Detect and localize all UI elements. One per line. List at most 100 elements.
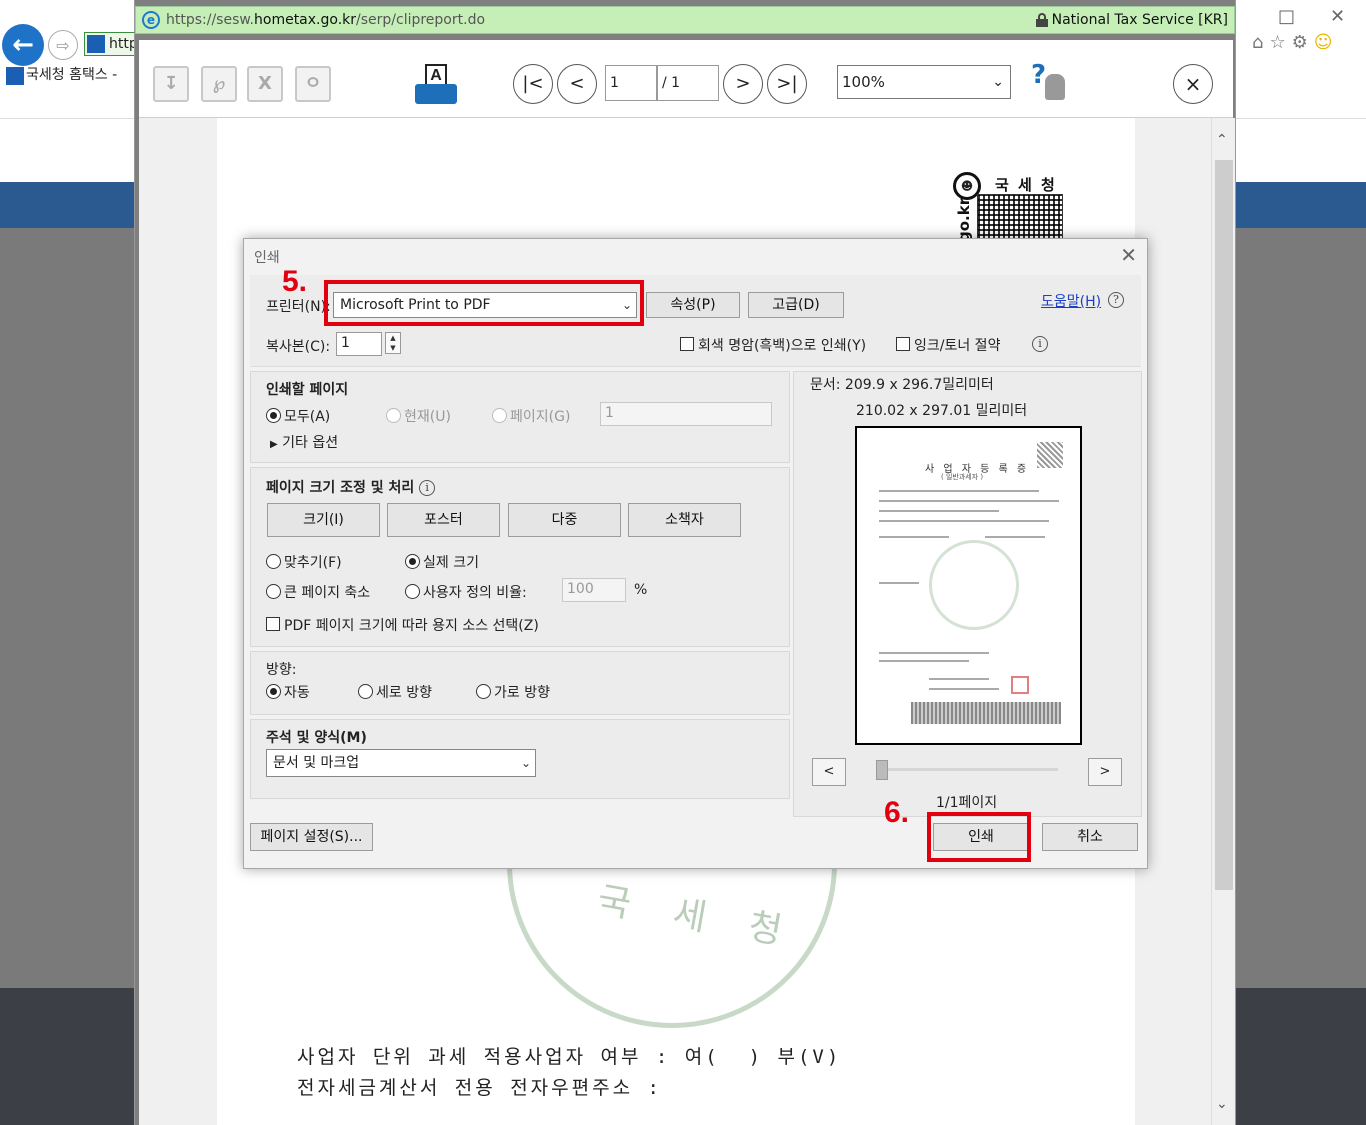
nts-logo-name: 국 세 청 (995, 176, 1057, 194)
custom-scale-input[interactable]: 100 (562, 578, 626, 602)
printer-label: 프린터(N): (266, 299, 331, 315)
save-icon[interactable]: ↧ (153, 66, 189, 102)
url-prefix: https://sesw. (166, 12, 254, 28)
properties-button[interactable]: 속성(P) (646, 292, 740, 318)
sizing-title-text: 페이지 크기 조정 및 처리 (266, 480, 415, 496)
booklet-tab[interactable]: 소책자 (628, 503, 741, 537)
window-close-icon[interactable]: ✕ (1330, 6, 1345, 27)
hometax-favicon-icon (87, 35, 105, 53)
hwp-export-icon[interactable]: ㅇ (295, 66, 331, 102)
scroll-down-icon[interactable]: ⌄ (1216, 1096, 1228, 1112)
orientation-landscape-radio[interactable] (476, 684, 491, 699)
chevron-down-icon: ⌄ (992, 74, 1004, 90)
browser-toolbar-icons: ⌂☆⚙☺ (1252, 32, 1338, 53)
actual-size-radio[interactable] (405, 554, 420, 569)
help-info-icon[interactable]: ? (1108, 292, 1124, 308)
grayscale-checkbox[interactable] (680, 337, 694, 351)
page-setup-button[interactable]: 페이지 설정(S)... (250, 823, 373, 851)
dialog-close-icon[interactable]: ✕ (1120, 243, 1137, 267)
maximize-icon[interactable]: □ (1278, 6, 1295, 27)
shrink-label: 큰 페이지 축소 (284, 585, 371, 601)
fit-radio[interactable] (266, 554, 281, 569)
star-icon[interactable]: ☆ (1269, 32, 1291, 53)
ink-saver-checkbox[interactable] (896, 337, 910, 351)
pdf-export-icon[interactable]: ℘ (201, 66, 237, 102)
pages-range-label: 페이지(G) (510, 409, 571, 425)
zoom-value: 100% (842, 73, 885, 91)
step5-number: 5. (282, 265, 308, 298)
more-options-label: 기타 옵션 (282, 435, 339, 451)
url-domain: hometax.go.kr (254, 12, 357, 28)
preview-barcode (911, 702, 1061, 724)
step6-number: 6. (884, 796, 910, 829)
scroll-up-icon[interactable]: ⌃ (1216, 132, 1228, 148)
total-pages: / 1 (657, 65, 719, 101)
custom-scale-label: 사용자 정의 비율: (423, 585, 527, 601)
page-indicator: 1/1페이지 (936, 795, 998, 811)
document-scrollbar[interactable]: ⌃ ⌄ (1211, 118, 1235, 1125)
dialog-title: 인쇄 (254, 250, 280, 266)
print-icon[interactable]: A (415, 64, 457, 106)
comments-value: 문서 및 마크업 (273, 755, 360, 771)
back-arrow-icon[interactable]: ← (2, 24, 44, 66)
poster-tab[interactable]: 포스터 (387, 503, 500, 537)
custom-scale-radio[interactable] (405, 584, 420, 599)
paper-source-label: PDF 페이지 크기에 따라 용지 소스 선택(Z) (284, 618, 539, 634)
pages-current-label: 현재(U) (404, 409, 451, 425)
excel-export-icon[interactable]: X (247, 66, 283, 102)
copies-stepper[interactable]: ▲ ▼ (385, 332, 401, 354)
copies-input[interactable]: 1 (336, 332, 382, 356)
background-tab[interactable]: 국세청 홈택스 - (0, 62, 134, 90)
orientation-auto-radio[interactable] (266, 684, 281, 699)
shrink-radio[interactable] (266, 584, 281, 599)
smiley-icon[interactable]: ☺ (1314, 32, 1339, 53)
orientation-landscape-label: 가로 방향 (494, 685, 550, 701)
orientation-portrait-radio[interactable] (358, 684, 373, 699)
sizing-info-icon[interactable]: i (419, 480, 436, 496)
orientation-title: 방향: (266, 662, 297, 678)
first-page-button[interactable]: |< (513, 64, 553, 104)
cancel-button[interactable]: 취소 (1042, 823, 1138, 851)
multiple-tab[interactable]: 다중 (508, 503, 621, 537)
next-page-button[interactable]: > (723, 64, 763, 104)
help-icon[interactable]: ? (1031, 60, 1071, 104)
preview-slider-track[interactable] (882, 768, 1058, 771)
gear-icon[interactable]: ⚙ (1292, 32, 1314, 53)
ink-saver-info-icon[interactable]: i (1032, 336, 1048, 352)
fit-label: 맞추기(F) (284, 555, 342, 571)
document-line-1: 사업자 단위 과세 적용사업자 여부 : 여( ) 부(V) (297, 1046, 842, 1068)
preview-next-button[interactable]: > (1088, 758, 1122, 786)
current-page-input[interactable]: 1 (605, 65, 657, 101)
paper-source-checkbox[interactable] (266, 617, 280, 631)
pages-current-radio[interactable] (386, 408, 401, 423)
preview-thumbnail: 사 업 자 등 록 증 ( 일반과세자 ) (855, 426, 1082, 745)
preview-prev-button[interactable]: < (812, 758, 846, 786)
prev-page-button[interactable]: < (557, 64, 597, 104)
comments-title: 주석 및 양식(M) (266, 730, 367, 746)
advanced-button[interactable]: 고급(D) (748, 292, 844, 318)
comments-select[interactable]: 문서 및 마크업 ⌄ (266, 749, 536, 777)
pages-all-radio[interactable] (266, 408, 281, 423)
hometax-tab-icon (6, 67, 24, 85)
size-tab[interactable]: 크기(I) (267, 503, 380, 537)
popup-address-bar[interactable]: e https://sesw.hometax.go.kr/serp/clipre… (135, 6, 1235, 34)
orientation-portrait-label: 세로 방향 (376, 685, 432, 701)
lock-icon (1036, 13, 1048, 27)
report-toolbar: ↧ ℘ X ㅇ A |< < 1 / 1 > >| 100% ⌄ ? × (139, 40, 1233, 118)
grayscale-label: 회색 명암(흑백)으로 인쇄(Y) (698, 338, 867, 354)
last-page-button[interactable]: >| (767, 64, 807, 104)
more-options-toggle[interactable]: ▶ 기타 옵션 (270, 432, 338, 452)
scroll-thumb[interactable] (1215, 160, 1233, 890)
help-link[interactable]: 도움말(H) (1041, 291, 1101, 311)
nts-logo-domain: go.kr (955, 197, 973, 242)
preview-slider-thumb[interactable] (876, 760, 888, 780)
pages-range-input[interactable]: 1 (600, 402, 772, 426)
zoom-select[interactable]: 100% ⌄ (837, 65, 1011, 99)
home-icon[interactable]: ⌂ (1252, 32, 1269, 53)
help-question-mark: ? (1031, 60, 1047, 90)
document-line-2: 전자세금계산서 전용 전자우편주소 : (297, 1077, 662, 1099)
chevron-down-icon: ⌄ (520, 756, 531, 770)
forward-arrow-icon[interactable]: ⇨ (48, 30, 78, 60)
pages-range-radio[interactable] (492, 408, 507, 423)
close-report-button[interactable]: × (1173, 64, 1213, 104)
